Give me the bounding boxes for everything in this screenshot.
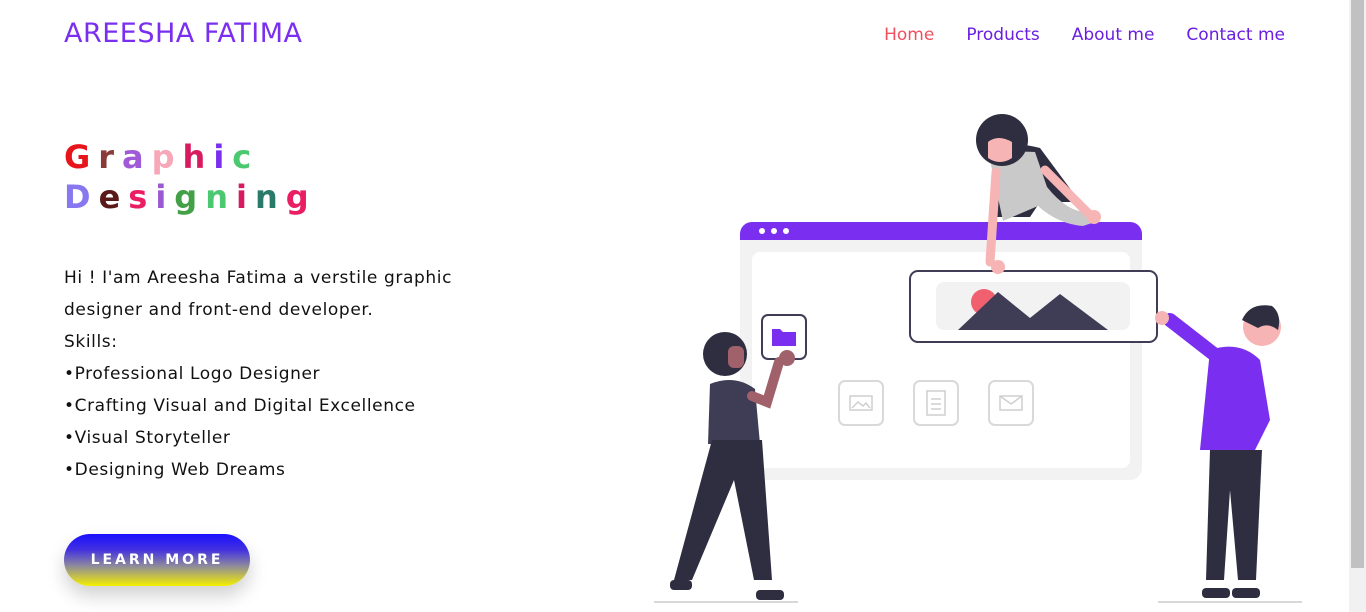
man-right-figure [1155, 305, 1302, 603]
title-letter: r [98, 138, 123, 176]
title-letter: g [174, 178, 206, 216]
skill-item: •Professional Logo Designer [64, 364, 321, 384]
nav-products[interactable]: Products [966, 25, 1039, 45]
image-icon [838, 380, 884, 426]
hero-title-line-1: Graphic [64, 137, 317, 177]
main-nav: Home Products About me Contact me [884, 25, 1285, 45]
nav-home[interactable]: Home [884, 25, 934, 45]
page: AREESHA FATIMA Home Products About me Co… [0, 0, 1366, 612]
title-letter: g [285, 178, 317, 216]
title-letter: D [64, 178, 99, 216]
title-letter: i [235, 178, 255, 216]
hero-intro: Hi ! I'am Areesha Fatima a verstile grap… [64, 262, 534, 486]
hero-title-line-2: Designing [64, 177, 317, 217]
title-letter: i [155, 178, 175, 216]
title-letter: h [182, 138, 214, 176]
intro-text: Hi ! I'am Areesha Fatima a verstile grap… [64, 268, 453, 320]
vertical-scrollbar[interactable] [1349, 0, 1366, 612]
title-letter: p [151, 138, 183, 176]
hero-title: Graphic Designing [64, 137, 317, 217]
nav-contact-me[interactable]: Contact me [1186, 25, 1285, 45]
title-letter: i [213, 138, 233, 176]
skill-item: •Visual Storyteller [64, 428, 231, 448]
title-letter: G [64, 138, 99, 176]
skills-list: •Professional Logo Designer •Crafting Vi… [64, 358, 534, 486]
title-letter: n [254, 178, 286, 216]
learn-more-button[interactable]: LEARN MORE [64, 534, 250, 586]
nav-about-me[interactable]: About me [1072, 25, 1155, 45]
title-letter: c [232, 138, 260, 176]
hero-illustration [654, 114, 1302, 603]
skills-heading: Skills: [64, 332, 118, 352]
title-letter: a [122, 138, 152, 176]
title-letter: s [128, 178, 156, 216]
skill-item: •Designing Web Dreams [64, 460, 286, 480]
skill-item: •Crafting Visual and Digital Excellence [64, 396, 416, 416]
title-letter: e [98, 178, 129, 216]
image-card [909, 270, 1158, 343]
document-icon [913, 380, 959, 426]
title-letter: n [205, 178, 236, 216]
site-logo[interactable]: AREESHA FATIMA [64, 18, 303, 49]
scrollbar-thumb[interactable] [1351, 0, 1364, 568]
mail-icon [988, 380, 1034, 426]
